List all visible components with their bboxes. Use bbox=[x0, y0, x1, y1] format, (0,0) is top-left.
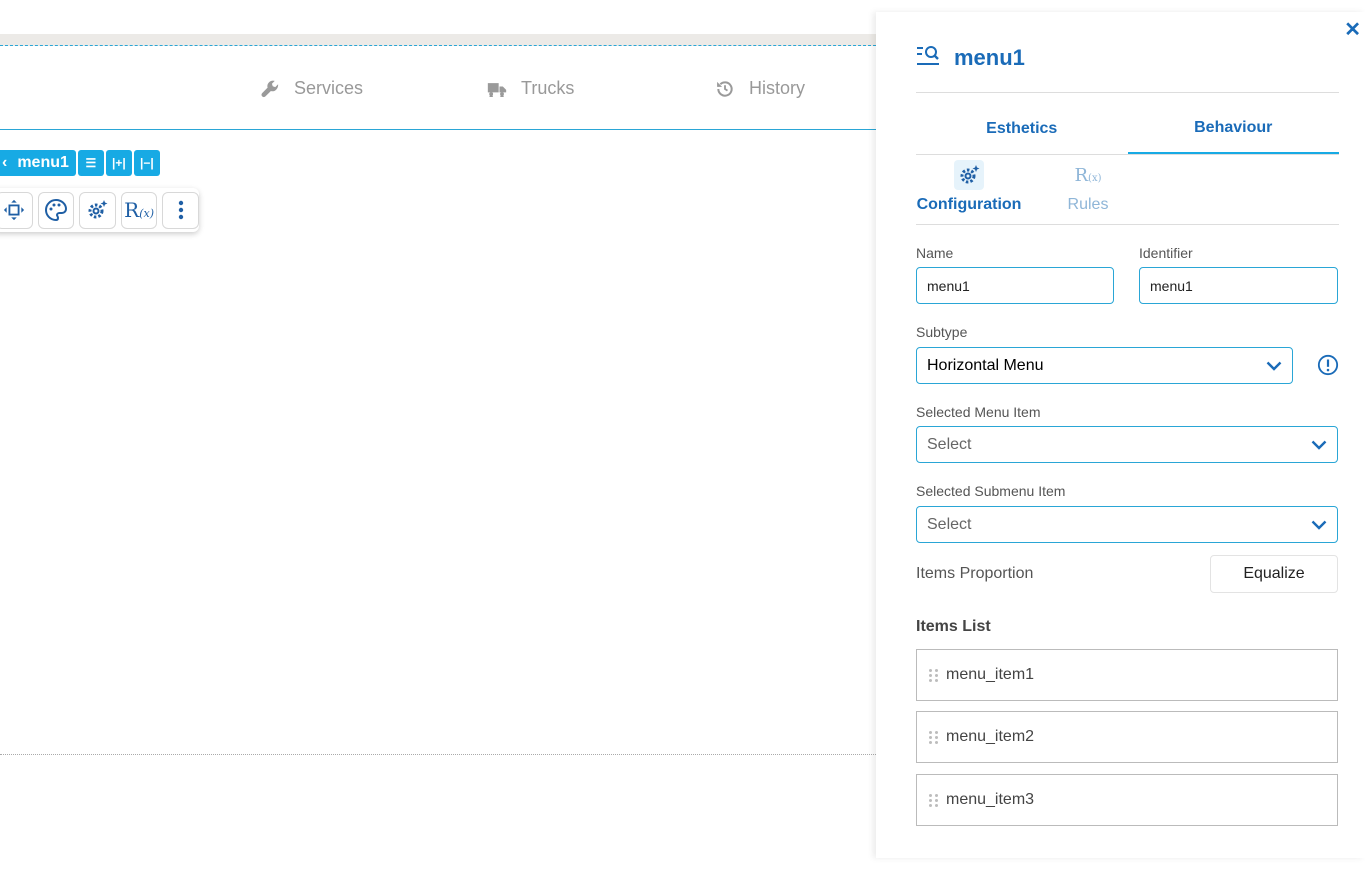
subtab-label: Rules bbox=[1067, 196, 1109, 213]
move-icon[interactable] bbox=[0, 191, 33, 229]
selected-menu-item-select[interactable]: Select bbox=[916, 426, 1338, 463]
canvas-menu-item-services[interactable]: Services bbox=[260, 78, 363, 99]
wrench-icon bbox=[260, 79, 280, 99]
drag-handle-icon[interactable] bbox=[929, 793, 938, 807]
chevron-down-icon bbox=[1311, 440, 1327, 450]
close-icon[interactable]: ✕ bbox=[1344, 20, 1361, 40]
items-proportion-label: Items Proportion bbox=[916, 565, 1034, 582]
canvas-menu-item-history[interactable]: History bbox=[715, 78, 805, 99]
list-item-label: menu_item1 bbox=[946, 666, 1035, 683]
properties-panel: ✕ menu1 Esthetics Behaviour Configuratio… bbox=[876, 12, 1365, 858]
settings-sparkle-icon[interactable] bbox=[79, 191, 116, 229]
subtab-rules[interactable]: R(x) Rules bbox=[1060, 160, 1116, 214]
list-icon[interactable]: ☰ bbox=[77, 150, 104, 176]
list-item-label: menu_item3 bbox=[946, 791, 1035, 808]
identifier-label: Identifier bbox=[1139, 245, 1193, 261]
panel-header: menu1 bbox=[916, 44, 1025, 71]
subtype-select[interactable]: Horizontal Menu bbox=[916, 347, 1293, 384]
canvas-guide-bottom bbox=[0, 129, 876, 130]
collapse-icon: ‹ bbox=[2, 154, 8, 171]
component-name: menu1 bbox=[17, 154, 69, 171]
subtype-value: Horizontal Menu bbox=[927, 356, 1044, 374]
palette-icon[interactable] bbox=[37, 191, 75, 229]
subtab-label: Configuration bbox=[916, 196, 1022, 213]
top-bar bbox=[0, 0, 1365, 12]
list-item[interactable]: menu_item1 bbox=[916, 649, 1338, 701]
drag-handle-icon[interactable] bbox=[929, 730, 938, 744]
name-field[interactable]: menu1 bbox=[916, 267, 1114, 304]
items-list-title: Items List bbox=[916, 618, 991, 635]
canvas-menu-item-trucks[interactable]: Trucks bbox=[487, 78, 574, 99]
list-item[interactable]: menu_item3 bbox=[916, 774, 1338, 826]
menu-component-icon bbox=[916, 44, 940, 71]
drag-handle-icon[interactable] bbox=[929, 668, 938, 682]
divider bbox=[916, 92, 1339, 93]
panel-subtabs: Configuration R(x) Rules bbox=[916, 160, 1339, 225]
tab-esthetics[interactable]: Esthetics bbox=[916, 104, 1128, 154]
canvas-menu-item-label: Trucks bbox=[521, 78, 575, 98]
truck-icon bbox=[487, 81, 507, 97]
component-tag-label[interactable]: ‹ menu1 bbox=[0, 150, 76, 176]
component-toolbar: R(x) bbox=[0, 188, 199, 232]
selected-menu-item-value: Select bbox=[927, 435, 972, 453]
selected-submenu-item-label: Selected Submenu Item bbox=[916, 483, 1066, 499]
chevron-down-icon bbox=[1266, 361, 1282, 371]
selected-component-tag: ‹ menu1 ☰ |+| |−| bbox=[0, 150, 160, 176]
settings-sparkle-icon bbox=[954, 160, 984, 190]
history-icon bbox=[715, 79, 735, 99]
tab-behaviour[interactable]: Behaviour bbox=[1127, 104, 1339, 154]
canvas-guide-top bbox=[0, 45, 876, 46]
panel-title: menu1 bbox=[954, 44, 1025, 70]
subtype-label: Subtype bbox=[916, 324, 968, 340]
remove-column-icon[interactable]: |−| bbox=[133, 150, 160, 176]
selected-submenu-item-select[interactable]: Select bbox=[916, 506, 1338, 543]
canvas-section-divider bbox=[0, 754, 876, 755]
design-canvas[interactable]: Services Trucks History ‹ menu1 ☰ |+| |−… bbox=[0, 12, 876, 858]
list-item[interactable]: menu_item2 bbox=[916, 711, 1338, 763]
subtab-configuration[interactable]: Configuration bbox=[916, 160, 1022, 214]
list-item-label: menu_item2 bbox=[946, 728, 1035, 745]
identifier-field[interactable]: menu1 bbox=[1139, 267, 1338, 304]
selected-menu-item-label: Selected Menu Item bbox=[916, 404, 1041, 420]
equalize-button[interactable]: Equalize bbox=[1210, 555, 1338, 593]
rules-icon: R(x) bbox=[1074, 164, 1102, 186]
add-column-icon[interactable]: |+| bbox=[105, 150, 132, 176]
selected-submenu-item-value: Select bbox=[927, 515, 972, 533]
rules-icon[interactable]: R(x) bbox=[120, 191, 158, 229]
info-icon[interactable] bbox=[1317, 354, 1339, 376]
panel-tabs: Esthetics Behaviour bbox=[916, 104, 1339, 155]
canvas-menu-item-label: History bbox=[749, 78, 806, 98]
canvas-menu-item-label: Services bbox=[294, 78, 364, 98]
chevron-down-icon bbox=[1311, 520, 1327, 530]
name-label: Name bbox=[916, 245, 954, 261]
more-options-icon[interactable] bbox=[162, 191, 199, 229]
